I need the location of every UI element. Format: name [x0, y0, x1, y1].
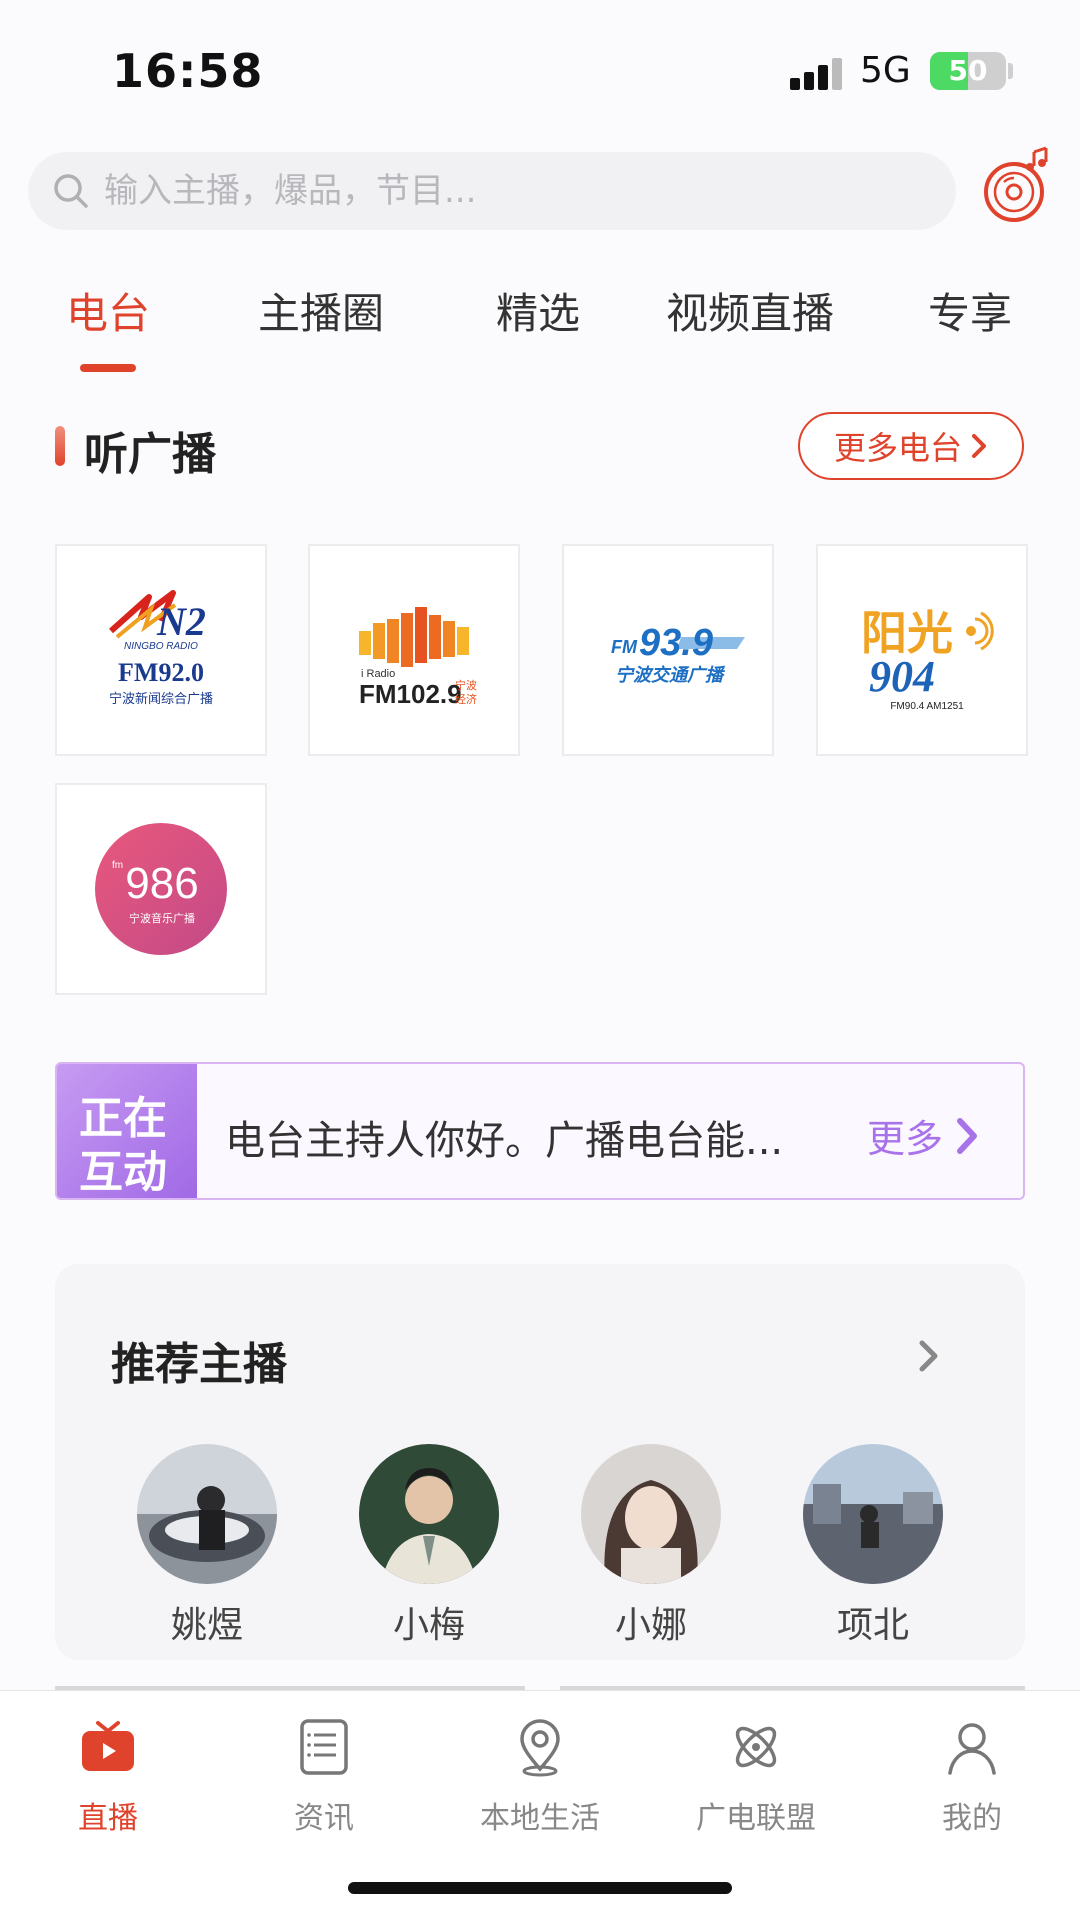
nav-news[interactable]: 资讯 — [234, 1717, 414, 1837]
tab-video-live[interactable]: 视频直播 — [666, 280, 834, 341]
nav-profile[interactable]: 我的 — [882, 1717, 1062, 1837]
station-freq: FM92.0 — [118, 658, 204, 687]
search-input[interactable] — [104, 152, 924, 230]
search-icon — [54, 174, 88, 208]
nav-label: 资讯 — [294, 1801, 354, 1836]
host-name: 姚煜 — [170, 1605, 243, 1646]
profile-icon — [948, 1723, 996, 1775]
interaction-badge: 正在 互动 — [57, 1064, 197, 1198]
music-disc-icon[interactable] — [982, 146, 1054, 226]
station-fm904[interactable]: 阳光 904 FM90.4 AM1251 — [816, 544, 1028, 756]
more-stations-button[interactable]: 更多电台 — [798, 412, 1024, 480]
station-logo: fm 986 宁波音乐广播 — [95, 823, 227, 955]
station-fm939[interactable]: FM 93.9 宁波交通广播 — [562, 544, 774, 756]
top-tabs: 电台 主播圈 精选 视频直播 专享 — [0, 280, 1080, 380]
station-logo: i Radio FM102.9 宁波 经济 — [359, 607, 477, 709]
badge-line2: 互动 — [79, 1147, 167, 1198]
host-item[interactable]: 小梅 — [359, 1444, 499, 1648]
station-freq: 904 — [869, 652, 935, 701]
chevron-right-icon[interactable] — [917, 1338, 941, 1374]
home-indicator[interactable] — [348, 1882, 732, 1894]
host-item[interactable]: 小娜 — [581, 1444, 721, 1648]
station-fm1029[interactable]: i Radio FM102.9 宁波 经济 — [308, 544, 520, 756]
host-name: 小娜 — [614, 1605, 687, 1646]
tab-featured[interactable]: 精选 — [496, 280, 580, 341]
svg-text:N2: N2 — [156, 599, 206, 644]
station-logo: N2 NINGBO RADIO FM92.0 宁波新闻综合广播 — [109, 590, 213, 707]
location-pin-icon — [520, 1719, 560, 1777]
tab-radio[interactable]: 电台 — [66, 280, 150, 341]
network-type: 5G — [860, 50, 911, 91]
recommended-hosts-card: 推荐主播 姚煜 小梅 小娜 项北 — [55, 1264, 1025, 1660]
atom-icon — [735, 1726, 777, 1768]
battery-tip — [1008, 63, 1013, 79]
station-name: 宁波新闻综合广播 — [109, 691, 213, 707]
chevron-right-icon — [972, 434, 986, 458]
tab-active-indicator — [80, 364, 136, 372]
station-brand: NINGBO RADIO — [124, 641, 198, 652]
nav-label: 我的 — [942, 1801, 1002, 1836]
svg-text:FM: FM — [611, 637, 638, 657]
search-bar[interactable] — [28, 152, 956, 230]
nav-label: 广电联盟 — [696, 1801, 816, 1836]
station-sub: FM90.4 AM1251 — [890, 701, 964, 712]
tab-host-circle[interactable]: 主播圈 — [258, 280, 384, 341]
host-name: 项北 — [836, 1605, 909, 1646]
nav-label: 直播 — [78, 1801, 138, 1836]
status-bar: 16:58 5G 50 — [0, 0, 1080, 140]
host-item[interactable]: 项北 — [803, 1444, 943, 1648]
interaction-text: 电台主持人你好。广播电台能... — [225, 1118, 784, 1164]
station-logo: FM 93.9 宁波交通广播 — [611, 622, 745, 686]
svg-text:经济: 经济 — [455, 692, 477, 706]
section-accent-bar — [55, 426, 65, 466]
avatar — [803, 1444, 943, 1584]
interaction-more-label: 更多 — [867, 1117, 944, 1161]
nav-local-life[interactable]: 本地生活 — [450, 1717, 630, 1837]
station-fm986[interactable]: fm 986 宁波音乐广播 — [55, 783, 267, 995]
avatar — [137, 1444, 277, 1584]
station-name: 宁波交通广播 — [615, 665, 726, 686]
station-freq: FM102.9 — [359, 679, 462, 709]
recommended-hosts-title: 推荐主播 — [111, 1339, 287, 1390]
live-tv-icon — [82, 1721, 134, 1771]
interaction-banner[interactable]: 正在 互动 电台主持人你好。广播电台能... 更多 — [55, 1062, 1025, 1200]
station-fm920[interactable]: N2 NINGBO RADIO FM92.0 宁波新闻综合广播 — [55, 544, 267, 756]
chevron-right-icon — [957, 1117, 978, 1154]
news-icon — [300, 1719, 348, 1775]
station-name: 宁波音乐广播 — [129, 911, 195, 925]
station-freq: 986 — [125, 859, 198, 908]
station-freq: 93.9 — [639, 622, 713, 664]
section-title: 听广播 — [84, 429, 216, 480]
svg-text:宁波: 宁波 — [455, 678, 477, 692]
tab-exclusive[interactable]: 专享 — [928, 280, 1012, 341]
signal-icon — [790, 56, 842, 90]
nav-live[interactable]: 直播 — [18, 1717, 198, 1837]
nav-label: 本地生活 — [480, 1801, 600, 1836]
avatar — [581, 1444, 721, 1584]
host-item[interactable]: 姚煜 — [137, 1444, 277, 1648]
interaction-more-button[interactable]: 更多 — [867, 1108, 979, 1163]
status-time: 16:58 — [112, 44, 264, 98]
battery-level: 50 — [948, 54, 988, 87]
station-logo: 阳光 904 FM90.4 AM1251 — [861, 606, 994, 712]
station-prefix: fm — [112, 860, 123, 871]
avatar — [359, 1444, 499, 1584]
nav-alliance[interactable]: 广电联盟 — [666, 1717, 846, 1837]
more-stations-label: 更多电台 — [833, 429, 962, 467]
host-name: 小梅 — [392, 1605, 465, 1646]
battery-icon: 50 — [930, 52, 1006, 90]
